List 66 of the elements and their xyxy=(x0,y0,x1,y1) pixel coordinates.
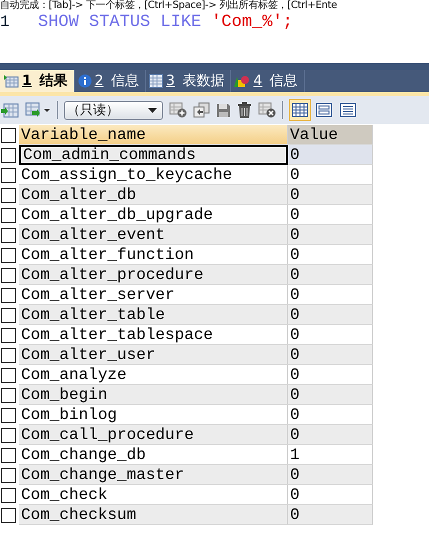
form-view-icon xyxy=(316,103,332,117)
table-cell: 0 xyxy=(288,505,373,525)
table-cell: Com_alter_procedure xyxy=(19,265,288,285)
row-checkbox[interactable] xyxy=(1,468,16,483)
row-checkbox[interactable] xyxy=(1,148,16,163)
row-checkbox[interactable] xyxy=(1,288,16,303)
row-checkbox[interactable] xyxy=(1,328,16,343)
row-checkbox[interactable] xyxy=(1,488,16,503)
view-mode-button[interactable] xyxy=(289,99,311,121)
table-cell: 0 xyxy=(288,225,373,245)
table-cell: Com_change_master xyxy=(19,465,288,485)
select-all-checkbox[interactable] xyxy=(1,128,16,143)
table-cell: 0 xyxy=(288,345,373,365)
table-cell: Com_call_procedure xyxy=(19,425,288,445)
table-cell: Com_admin_commands xyxy=(19,145,288,165)
row-checkbox[interactable] xyxy=(1,268,16,283)
grid-arrow-icon xyxy=(3,74,19,88)
table-cell: 0 xyxy=(288,265,373,285)
line-number: 1 xyxy=(0,13,10,31)
info-icon xyxy=(78,74,92,88)
result-tab[interactable]: 3 表数据 xyxy=(146,70,232,92)
row-checkbox[interactable] xyxy=(1,348,16,363)
duplicate-icon[interactable] xyxy=(193,102,210,118)
row-checkbox[interactable] xyxy=(1,368,16,383)
caret-icon xyxy=(148,108,157,112)
table-cell: Com_checksum xyxy=(19,505,288,525)
grid-import-icon[interactable] xyxy=(1,102,19,118)
delete-grid-icon[interactable] xyxy=(258,102,276,118)
grid-view-icon xyxy=(292,103,308,117)
sql-terminator: ; xyxy=(282,12,293,32)
trash-icon[interactable] xyxy=(237,102,252,118)
row-checkbox[interactable] xyxy=(1,168,16,183)
table-cell: 0 xyxy=(288,465,373,485)
row-checkbox[interactable] xyxy=(1,408,16,423)
column-header[interactable]: Variable_name xyxy=(19,125,288,145)
table-cell: Com_alter_user xyxy=(19,345,288,365)
row-checkbox[interactable] xyxy=(1,508,16,523)
table-cell: 0 xyxy=(288,425,373,445)
sql-string: 'Com_%' xyxy=(211,12,283,32)
column-header[interactable]: Value xyxy=(288,125,373,145)
save-icon[interactable] xyxy=(216,102,231,118)
table-cell: Com_begin xyxy=(19,385,288,405)
row-checkbox[interactable] xyxy=(1,308,16,323)
result-tab[interactable]: 1 结果 xyxy=(0,70,75,92)
row-checkbox[interactable] xyxy=(1,188,16,203)
table-cell: 0 xyxy=(288,385,373,405)
table-cell: 0 xyxy=(288,305,373,325)
table-cell: Com_alter_db xyxy=(19,185,288,205)
export-dropdown-icon[interactable] xyxy=(25,102,51,118)
row-checkbox[interactable] xyxy=(1,448,16,463)
mode-dropdown[interactable]: （只读） xyxy=(64,100,163,120)
row-checkbox[interactable] xyxy=(1,428,16,443)
row-checkbox[interactable] xyxy=(1,248,16,263)
result-tab[interactable]: 4 信息 xyxy=(231,70,305,92)
text-view-icon xyxy=(340,103,356,117)
row-checkbox[interactable] xyxy=(1,208,16,223)
shapes-icon xyxy=(234,74,250,88)
table-cell: 0 xyxy=(288,185,373,205)
table-icon xyxy=(149,74,163,88)
table-cell: 0 xyxy=(288,145,373,165)
row-checkbox[interactable] xyxy=(1,388,16,403)
table-cell: Com_alter_event xyxy=(19,225,288,245)
row-checkbox[interactable] xyxy=(1,228,16,243)
sql-keywords: SHOW STATUS LIKE xyxy=(38,12,202,32)
table-cell: Com_alter_table xyxy=(19,305,288,325)
add-row-icon[interactable] xyxy=(169,102,187,118)
